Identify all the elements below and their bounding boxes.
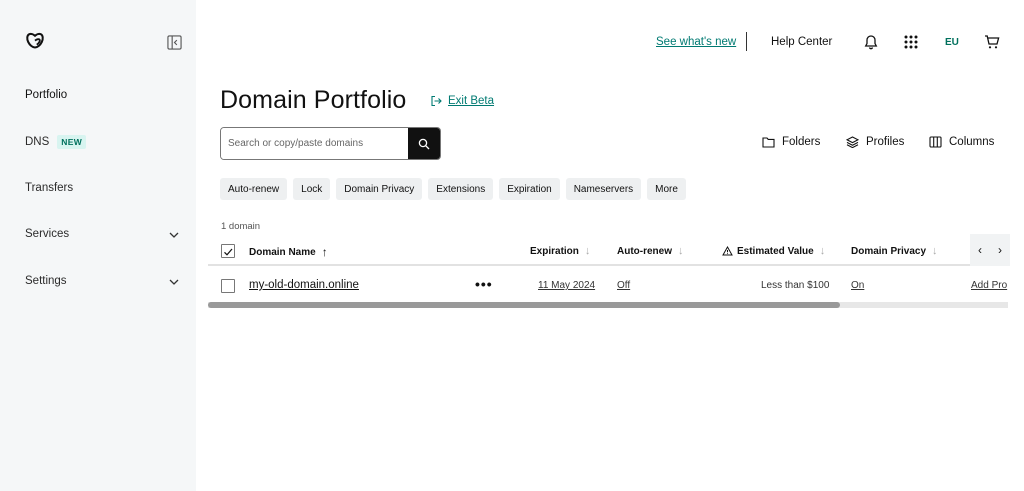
filter-chip-nameservers[interactable]: Nameservers bbox=[565, 178, 642, 200]
row-checkbox[interactable] bbox=[221, 279, 235, 293]
sidebar-item-label: DNS bbox=[25, 136, 50, 148]
checkmark-icon bbox=[224, 248, 233, 256]
divider bbox=[746, 32, 747, 51]
whats-new-link[interactable]: See what's new bbox=[656, 36, 736, 48]
filter-chip-auto-renew[interactable]: Auto-renew bbox=[220, 178, 288, 200]
sidebar: Portfolio DNS NEW Transfers Services Set… bbox=[0, 0, 196, 491]
domain-name-link[interactable]: my-old-domain.online bbox=[249, 279, 359, 291]
sidebar-item-label: Transfers bbox=[25, 182, 74, 194]
sidebar-item-transfers[interactable]: Transfers bbox=[25, 182, 73, 194]
column-header-label: Domain Privacy bbox=[851, 245, 927, 257]
chevron-left-icon[interactable]: ‹ bbox=[978, 243, 982, 257]
column-header-expiration[interactable]: Expiration ↓ bbox=[530, 245, 590, 257]
column-header-estimated-value[interactable]: Estimated Value ↓ bbox=[722, 245, 825, 257]
auto-renew-toggle-link[interactable]: Off bbox=[617, 280, 630, 291]
new-badge: NEW bbox=[57, 135, 87, 149]
search-input[interactable] bbox=[221, 128, 408, 159]
sort-ascending-icon: ↑ bbox=[321, 245, 328, 259]
sidebar-item-label: Services bbox=[25, 228, 70, 240]
sort-arrow-icon: ↓ bbox=[584, 245, 591, 257]
sort-arrow-icon: ↓ bbox=[932, 245, 938, 257]
filter-chip-domain-privacy[interactable]: Domain Privacy bbox=[336, 178, 423, 200]
estimated-value: Less than $100 bbox=[761, 280, 830, 291]
filter-chip-more[interactable]: More bbox=[647, 178, 686, 200]
help-center-link[interactable]: Help Center bbox=[771, 36, 832, 48]
column-header-label: Auto-renew bbox=[617, 245, 672, 257]
sidebar-item-services[interactable]: Services bbox=[25, 228, 69, 240]
chevron-right-icon[interactable]: › bbox=[998, 243, 1002, 257]
row-actions-menu[interactable]: ••• bbox=[475, 276, 493, 292]
exit-beta-label: Exit Beta bbox=[448, 95, 495, 107]
filter-chips: Auto-renew Lock Domain Privacy Extension… bbox=[220, 178, 686, 200]
columns-button[interactable]: Columns bbox=[929, 136, 994, 148]
folders-label: Folders bbox=[782, 136, 821, 148]
exit-beta-link[interactable]: Exit Beta bbox=[430, 95, 494, 107]
table-header: Domain Name ↑ Expiration ↓ Auto-renew ↓ … bbox=[208, 234, 1010, 266]
column-header-label: Domain Name bbox=[249, 246, 316, 258]
bell-icon[interactable] bbox=[863, 34, 879, 50]
column-header-label: Expiration bbox=[530, 245, 579, 257]
sidebar-item-dns[interactable]: DNS NEW bbox=[25, 135, 87, 149]
table-row: my-old-domain.online ••• 11 May 2024 Off… bbox=[208, 270, 1008, 302]
sidebar-item-label: Settings bbox=[25, 275, 67, 287]
search-box bbox=[220, 127, 441, 160]
search-button[interactable] bbox=[408, 128, 440, 159]
collapse-sidebar-icon[interactable] bbox=[167, 35, 182, 50]
add-protection-link[interactable]: Add Pro bbox=[971, 280, 1008, 291]
chevron-down-icon[interactable] bbox=[168, 229, 180, 241]
filter-chip-extensions[interactable]: Extensions bbox=[428, 178, 494, 200]
columns-icon bbox=[929, 136, 942, 148]
columns-label: Columns bbox=[949, 136, 995, 148]
folder-icon bbox=[762, 137, 775, 148]
apps-grid-icon[interactable] bbox=[903, 34, 919, 50]
scrollbar-thumb[interactable] bbox=[208, 302, 840, 308]
chevron-down-icon[interactable] bbox=[168, 276, 180, 288]
sidebar-item-settings[interactable]: Settings bbox=[25, 275, 67, 287]
layers-icon bbox=[846, 136, 859, 148]
profiles-label: Profiles bbox=[866, 136, 905, 148]
expiration-date-link[interactable]: 11 May 2024 bbox=[538, 280, 595, 291]
sidebar-item-portfolio[interactable]: Portfolio bbox=[25, 89, 67, 101]
filter-chip-expiration[interactable]: Expiration bbox=[499, 178, 560, 200]
column-header-domain-name[interactable]: Domain Name ↑ bbox=[249, 245, 328, 259]
warning-icon bbox=[722, 246, 733, 256]
exit-icon bbox=[431, 95, 442, 107]
sidebar-item-label: Portfolio bbox=[25, 89, 68, 101]
domain-count: 1 domain bbox=[221, 221, 261, 232]
godaddy-logo[interactable] bbox=[24, 31, 46, 53]
column-header-auto-renew[interactable]: Auto-renew ↓ bbox=[617, 245, 684, 257]
profiles-button[interactable]: Profiles bbox=[846, 136, 904, 148]
column-pager: ‹ › bbox=[970, 234, 1010, 266]
page-title: Domain Portfolio bbox=[220, 86, 407, 114]
filter-chip-lock[interactable]: Lock bbox=[293, 178, 331, 200]
cart-icon[interactable] bbox=[984, 34, 1000, 50]
search-icon bbox=[418, 138, 430, 149]
region-selector[interactable]: EU bbox=[945, 37, 959, 48]
horizontal-scrollbar[interactable] bbox=[208, 302, 1008, 308]
sort-arrow-icon: ↓ bbox=[819, 245, 826, 257]
folders-button[interactable]: Folders bbox=[762, 136, 820, 148]
select-all-checkbox[interactable] bbox=[221, 244, 235, 258]
sort-arrow-icon: ↓ bbox=[678, 245, 684, 257]
domain-privacy-link[interactable]: On bbox=[851, 280, 864, 291]
column-header-domain-privacy[interactable]: Domain Privacy ↓ bbox=[851, 245, 938, 257]
column-header-label: Estimated Value bbox=[737, 245, 814, 257]
